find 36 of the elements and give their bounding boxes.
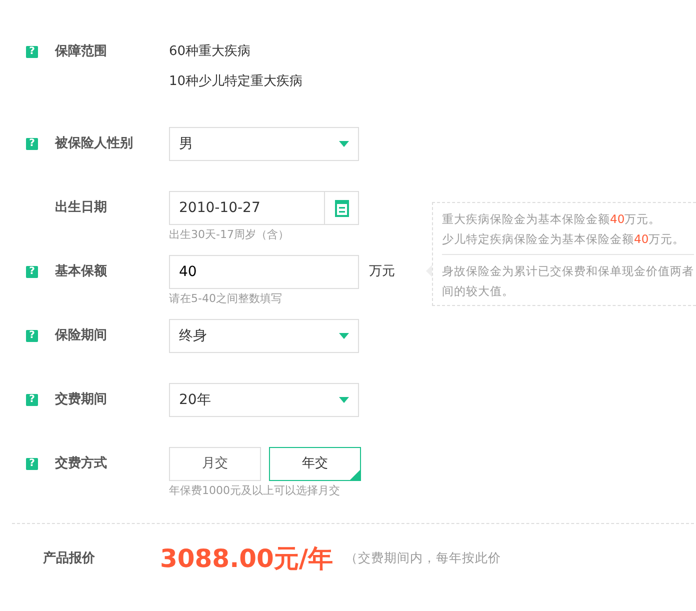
field-hint: 年保费1000元及以上可以选择月交	[169, 483, 341, 499]
tooltip-note: 间的较大值。	[442, 283, 515, 300]
tooltip-arrow-icon	[426, 265, 432, 277]
field-label: 被保险人性别	[54, 135, 134, 153]
option-button[interactable]: 年交	[269, 447, 361, 481]
price-note: （交费期间内，每年按此价	[345, 549, 501, 568]
tooltip-text: 重大疾病保险金为基本保险金额40万元。	[442, 211, 662, 228]
price-amount: 3088.00元/年	[160, 543, 333, 575]
caret-icon	[339, 397, 349, 403]
price-label: 产品报价	[42, 550, 96, 568]
tooltip-note: 身故保险金为累计已交保费和保单现金价值两者	[442, 263, 694, 280]
caret-icon	[339, 141, 349, 147]
tooltip-text: 少儿特定疾病保险金为基本保险金额40万元。	[442, 231, 686, 248]
caret-icon	[339, 333, 349, 339]
dropdown[interactable]: 20年	[169, 383, 359, 417]
date-value: 2010-10-27	[170, 192, 325, 224]
field-label: 基本保额	[54, 262, 108, 281]
field-label: 交费方式	[54, 454, 108, 473]
dropdown-value: 终身	[179, 326, 207, 346]
option-button[interactable]: 月交	[169, 447, 261, 481]
dropdown-value: 男	[179, 134, 193, 154]
field-hint: 请在5-40之间整数填写	[169, 291, 283, 307]
coverage-item: 10种少儿特定重大疾病	[169, 73, 303, 91]
dropdown-value: 20年	[179, 390, 211, 410]
field-label: 出生日期	[54, 199, 108, 217]
coverage-item: 60种重大疾病	[169, 43, 252, 61]
field-label: 保障范围	[54, 42, 108, 61]
amount-input[interactable]: 40	[169, 255, 359, 289]
dropdown[interactable]: 男	[169, 127, 359, 161]
date-field[interactable]: 2010-10-27	[169, 191, 359, 225]
dropdown[interactable]: 终身	[169, 319, 359, 353]
calendar-icon[interactable]	[334, 200, 348, 216]
field-label: 保险期间	[54, 327, 108, 345]
unit-label: 万元	[369, 263, 395, 281]
field-label: 交费期间	[54, 390, 108, 409]
field-hint: 出生30天-17周岁（含）	[169, 227, 290, 243]
